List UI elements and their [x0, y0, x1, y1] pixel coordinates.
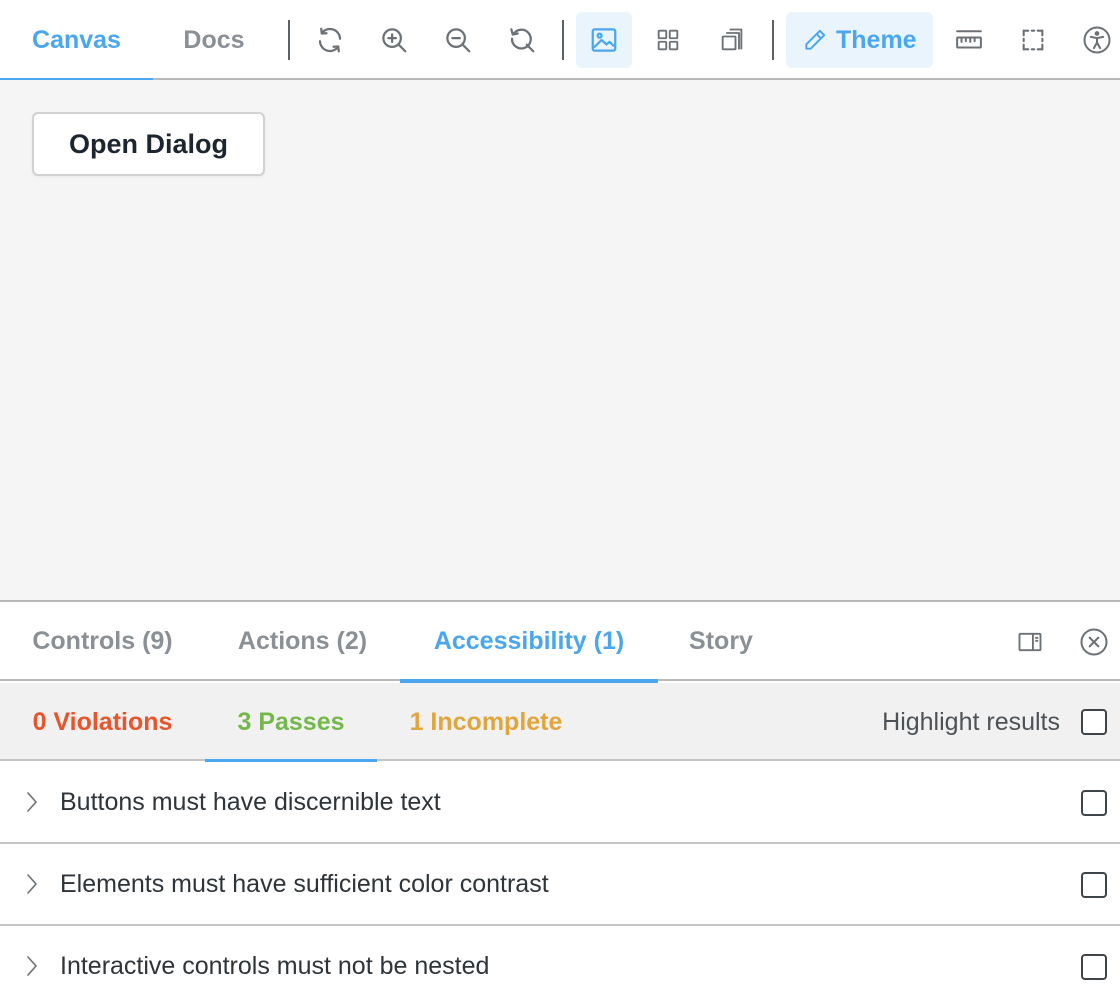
rule-label: Elements must have sufficient color cont… [60, 869, 549, 898]
tab-incomplete[interactable]: 1 Incomplete [377, 683, 595, 761]
rule-highlight-checkbox[interactable] [1081, 790, 1107, 816]
tab-canvas-label: Canvas [32, 25, 121, 54]
reload-button[interactable] [302, 12, 358, 68]
accessibility-icon [1083, 26, 1111, 54]
tab-story[interactable]: Story [658, 602, 784, 681]
chevron-right-icon [24, 871, 40, 897]
rule-label: Interactive controls must not be nested [60, 951, 490, 980]
tab-accessibility-label: Accessibility (1) [433, 627, 625, 655]
sidebar-toggle-icon [1018, 632, 1042, 652]
outline-button[interactable] [1005, 12, 1061, 68]
chevron-right-icon [24, 953, 40, 979]
zoom-in-icon [382, 28, 407, 53]
rule-highlight-checkbox[interactable] [1081, 954, 1107, 980]
tab-passes-label: 3 Passes [237, 707, 345, 736]
tab-incomplete-label: 1 Incomplete [409, 707, 563, 736]
tab-passes[interactable]: 3 Passes [205, 683, 377, 763]
close-panel-button[interactable] [1076, 624, 1112, 660]
background-image-icon [591, 28, 617, 52]
a11y-results-tabs: 0 Violations 3 Passes 1 Incomplete Highl… [0, 683, 1120, 763]
addon-tabs: Controls (9) Actions (2) Accessibility (… [0, 602, 1120, 683]
tab-controls-label: Controls (9) [32, 627, 173, 655]
rule-highlight-checkbox[interactable] [1081, 872, 1107, 898]
viewport-icon [721, 28, 743, 51]
rule-row[interactable]: Interactive controls must not be nested [0, 926, 1120, 1000]
theme-button[interactable]: Theme [786, 12, 933, 68]
viewport-button[interactable] [704, 12, 760, 68]
tab-story-label: Story [689, 627, 753, 655]
highlight-results-checkbox[interactable] [1081, 709, 1107, 735]
toolbar-divider [772, 20, 774, 60]
grid-button[interactable] [640, 12, 696, 68]
zoom-out-icon [446, 28, 471, 53]
reset-zoom-icon [510, 28, 535, 53]
tab-accessibility[interactable]: Accessibility (1) [400, 602, 658, 683]
zoom-in-button[interactable] [366, 12, 422, 68]
tab-controls[interactable]: Controls (9) [0, 602, 205, 681]
story-canvas: Open Dialog [0, 80, 1120, 600]
highlight-results-label: Highlight results [882, 707, 1060, 736]
toolbar-divider [288, 20, 290, 60]
grid-icon [657, 29, 679, 51]
rule-row[interactable]: Elements must have sufficient color cont… [0, 844, 1120, 926]
toolbar-divider [562, 20, 564, 60]
tab-docs-label: Docs [183, 25, 245, 54]
tab-canvas[interactable]: Canvas [0, 0, 153, 82]
reload-icon [318, 27, 342, 53]
measure-button[interactable] [941, 12, 997, 68]
tab-violations-label: 0 Violations [32, 707, 173, 736]
close-icon [1080, 628, 1108, 656]
rule-row[interactable]: Buttons must have discernible text [0, 762, 1120, 844]
background-button[interactable] [576, 12, 632, 68]
chevron-right-icon [24, 789, 40, 815]
theme-label: Theme [836, 25, 917, 54]
preview-toolbar: Canvas Docs Theme [0, 0, 1120, 82]
reset-zoom-button[interactable] [494, 12, 550, 68]
tab-actions-label: Actions (2) [237, 627, 368, 655]
open-dialog-button[interactable]: Open Dialog [32, 112, 265, 176]
accessibility-button[interactable] [1069, 12, 1120, 68]
zoom-out-button[interactable] [430, 12, 486, 68]
outline-icon [1022, 29, 1044, 51]
tab-docs[interactable]: Docs [153, 0, 275, 80]
rule-label: Buttons must have discernible text [60, 787, 441, 816]
panel-orientation-button[interactable] [1012, 624, 1048, 660]
pencil-icon [805, 29, 826, 50]
tab-violations[interactable]: 0 Violations [0, 683, 205, 761]
tab-actions[interactable]: Actions (2) [205, 602, 400, 681]
measure-ruler-icon [956, 30, 982, 49]
